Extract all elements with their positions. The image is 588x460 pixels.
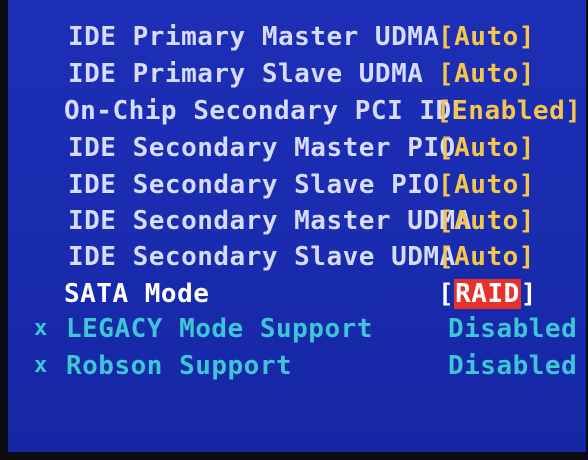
- setting-row[interactable]: IDE Primary Slave UDMA [Auto]: [8, 57, 586, 91]
- setting-label: IDE Secondary Slave UDMA: [68, 242, 456, 272]
- disabled-row: x Robson Support Disabled: [8, 349, 586, 383]
- bracket-open: [: [438, 279, 455, 309]
- robson-support-label: Robson Support: [66, 351, 293, 381]
- setting-value[interactable]: [Auto]: [438, 204, 535, 238]
- setting-value[interactable]: [Auto]: [438, 240, 535, 274]
- disabled-row: x LEGACY Mode Support Disabled: [8, 312, 586, 346]
- setting-value[interactable]: [Auto]: [438, 131, 535, 165]
- setting-row[interactable]: IDE Secondary Slave UDMA [Auto]: [8, 240, 586, 274]
- bios-screen: IDE Primary Master UDMA [Auto] IDE Prima…: [8, 0, 586, 452]
- setting-value[interactable]: [Enabled]: [436, 94, 581, 128]
- setting-row[interactable]: IDE Secondary Master UDMA [Auto]: [8, 204, 586, 238]
- setting-row[interactable]: IDE Secondary Master PIO [Auto]: [8, 131, 586, 165]
- legacy-mode-label: LEGACY Mode Support: [66, 314, 373, 344]
- setting-row[interactable]: On-Chip Secondary PCI IDE [Enabled]: [8, 94, 586, 128]
- setting-label: IDE Primary Master UDMA: [68, 22, 440, 52]
- sata-mode-row[interactable]: SATA Mode [RAID]: [8, 277, 586, 311]
- setting-value[interactable]: [Auto]: [438, 20, 535, 54]
- setting-value[interactable]: [Auto]: [438, 168, 535, 202]
- setting-label: IDE Secondary Master UDMA: [68, 206, 472, 236]
- setting-value[interactable]: [Auto]: [438, 57, 535, 91]
- setting-label: On-Chip Secondary PCI IDE: [64, 96, 468, 126]
- setting-row[interactable]: IDE Primary Master UDMA [Auto]: [8, 20, 586, 54]
- sata-mode-label: SATA Mode: [64, 279, 210, 309]
- sata-mode-value[interactable]: [RAID]: [438, 277, 537, 311]
- setting-label: IDE Secondary Slave PIO: [68, 170, 440, 200]
- legacy-mode-value: Disabled: [448, 314, 578, 344]
- sata-mode-selected[interactable]: RAID: [454, 279, 521, 309]
- disabled-x-icon: x: [34, 316, 48, 341]
- setting-label: IDE Secondary Master PIO: [68, 133, 456, 163]
- setting-label: IDE Primary Slave UDMA: [68, 59, 424, 89]
- robson-support-value: Disabled: [448, 351, 578, 381]
- bracket-close: ]: [520, 279, 537, 309]
- setting-row[interactable]: IDE Secondary Slave PIO [Auto]: [8, 168, 586, 202]
- disabled-x-icon: x: [34, 353, 48, 378]
